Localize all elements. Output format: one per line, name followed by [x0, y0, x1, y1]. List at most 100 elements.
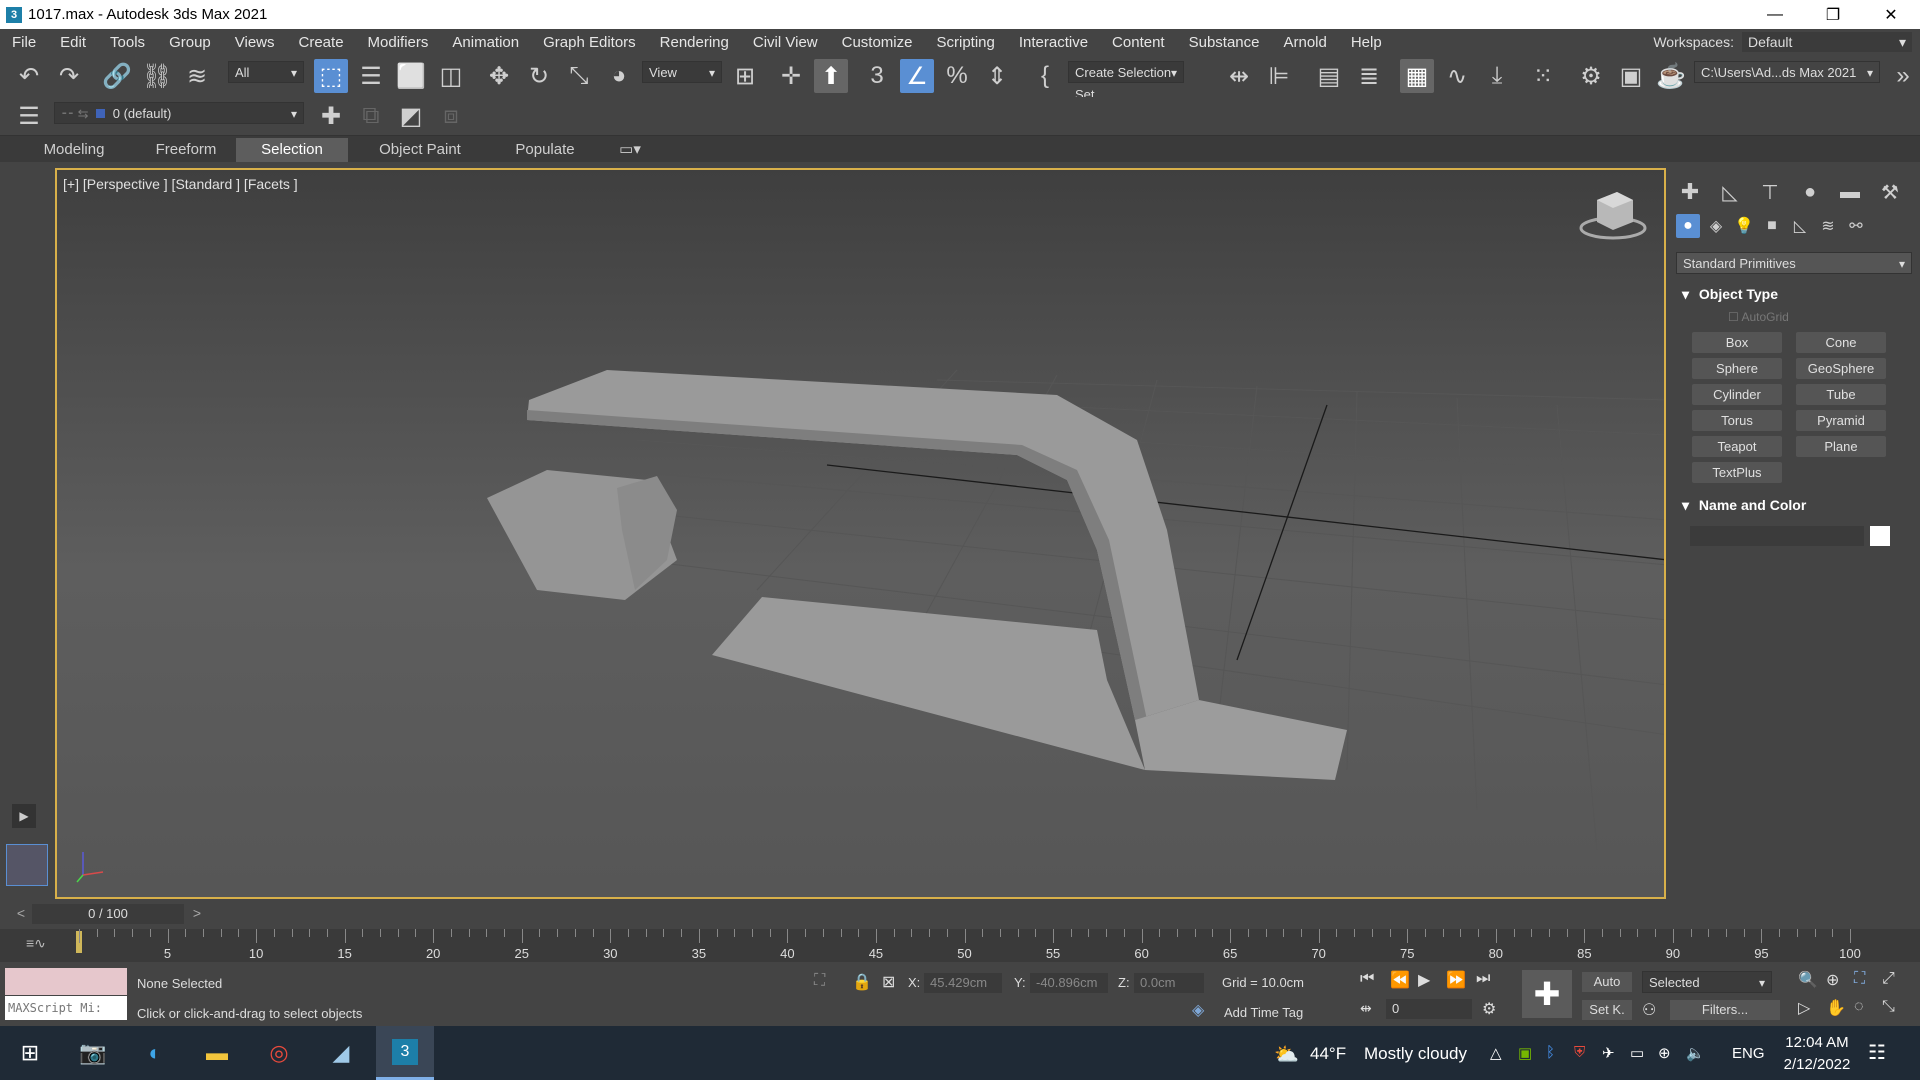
weather-condition[interactable]: Mostly cloudy [1364, 1044, 1467, 1064]
object-name-field[interactable] [1690, 526, 1864, 546]
maximize-viewport-icon[interactable]: ⤡ [1882, 998, 1895, 1016]
select-manipulate-icon[interactable]: ✛ [774, 59, 808, 93]
next-frame-icon[interactable]: ⏩ [1446, 970, 1466, 990]
file-explorer-icon[interactable]: ▬ [190, 1026, 244, 1080]
project-folder-dropdown[interactable]: C:\Users\Ad...ds Max 2021 [1694, 61, 1880, 84]
material-editor-icon[interactable]: ⁙ [1526, 59, 1560, 93]
menu-help[interactable]: Help [1339, 34, 1394, 51]
time-tag-icon[interactable]: ◈ [1192, 1000, 1204, 1020]
layer-visibility-icon[interactable]: ⁃⁃ ⇆ [61, 106, 89, 121]
menu-arnold[interactable]: Arnold [1271, 34, 1338, 51]
clock-time[interactable]: 12:04 AM [1782, 1034, 1852, 1051]
undo-icon[interactable]: ↶ [12, 59, 46, 93]
autogrid-checkbox[interactable]: ☐ AutoGrid [1728, 310, 1789, 324]
filters-button[interactable]: Filters... [1670, 1000, 1780, 1020]
modify-tab-icon[interactable]: ◺ [1716, 178, 1744, 206]
link-icon[interactable]: 🔗 [100, 59, 134, 93]
box-button[interactable]: Box [1692, 332, 1782, 353]
systems-icon[interactable]: ⚯ [1844, 214, 1868, 238]
lights-icon[interactable]: 💡 [1732, 214, 1756, 238]
tab-freeform[interactable]: Freeform [130, 138, 242, 162]
time-slider-prev[interactable]: < [12, 905, 30, 923]
close-icon[interactable]: ✕ [1862, 0, 1920, 29]
menu-edit[interactable]: Edit [48, 34, 98, 51]
scene-explorer-icon[interactable]: ▤ [1312, 59, 1346, 93]
align-icon[interactable]: ⊫ [1262, 59, 1296, 93]
select-in-layer-icon[interactable]: ◩ [394, 99, 428, 133]
mirror-icon[interactable]: ⇹ [1222, 59, 1256, 93]
ribbon-options-icon[interactable]: ▭▾ [610, 138, 650, 162]
bluetooth-icon[interactable]: ᛒ [1546, 1044, 1555, 1061]
workspace-dropdown[interactable]: Default [1742, 32, 1912, 52]
angle-snap-icon[interactable]: ∠ [900, 59, 934, 93]
move-icon[interactable]: ✥ [482, 59, 516, 93]
menu-create[interactable]: Create [287, 34, 356, 51]
place-icon[interactable]: ◕ [602, 59, 636, 93]
viewcube[interactable] [1579, 192, 1647, 240]
play-icon[interactable]: ▶ [1418, 970, 1430, 990]
menu-animation[interactable]: Animation [440, 34, 531, 51]
key-filter-dropdown[interactable]: Selected [1642, 971, 1772, 994]
helpers-icon[interactable]: ◺ [1788, 214, 1812, 238]
unlink-icon[interactable]: ⛓ [140, 59, 174, 93]
selection-filter-dropdown[interactable]: All [228, 61, 304, 84]
render-setup-icon[interactable]: ⚙ [1574, 59, 1608, 93]
selection-lock-icon[interactable]: 🔒 [852, 972, 872, 992]
object-category-dropdown[interactable]: Standard Primitives [1676, 252, 1912, 275]
z-coordinate-field[interactable]: 0.0cm [1134, 973, 1204, 993]
time-slider-thumb[interactable]: 0 / 100 [32, 904, 184, 924]
track-bar[interactable]: ≡∿ 5 10 15 20 25 30 35 40 45 50 55 60 65 70 75 80 85 90 95… [0, 929, 1920, 962]
reference-coordinate-dropdown[interactable]: View [642, 61, 722, 84]
time-slider-next[interactable]: > [188, 905, 206, 923]
weather-temperature[interactable]: 44°F [1310, 1044, 1346, 1064]
rotate-icon[interactable]: ↻ [522, 59, 556, 93]
menu-content[interactable]: Content [1100, 34, 1177, 51]
key-mode-icon[interactable]: ⇹ [1360, 1000, 1372, 1017]
menu-interactive[interactable]: Interactive [1007, 34, 1100, 51]
menu-tools[interactable]: Tools [98, 34, 157, 51]
sketch-app-icon[interactable]: ◢ [314, 1026, 368, 1080]
menu-group[interactable]: Group [157, 34, 223, 51]
zoom-extents-all-icon[interactable]: ⤢ [1882, 970, 1895, 988]
create-tab-icon[interactable]: ✚ [1676, 178, 1704, 206]
textplus-button[interactable]: TextPlus [1692, 462, 1782, 483]
motion-tab-icon[interactable]: ● [1796, 178, 1824, 206]
redo-icon[interactable]: ↷ [52, 59, 86, 93]
chrome-icon[interactable]: ◎ [252, 1026, 306, 1080]
hierarchy-tab-icon[interactable]: ⊤ [1756, 178, 1784, 206]
teapot-button[interactable]: Teapot [1692, 436, 1782, 457]
zoom-icon[interactable]: 🔍 [1798, 970, 1818, 990]
key-filters-icon[interactable]: ⚇ [1642, 1000, 1656, 1020]
render-production-icon[interactable]: ☕ [1654, 59, 1688, 93]
keyboard-shortcut-override-icon[interactable]: ⬆ [814, 59, 848, 93]
add-time-tag-button[interactable]: Add Time Tag [1224, 1005, 1303, 1020]
maxscript-input[interactable]: MAXScript Mi: [5, 996, 127, 1020]
menu-graph-editors[interactable]: Graph Editors [531, 34, 648, 51]
time-configuration-icon[interactable]: ⚙ [1482, 999, 1496, 1019]
menu-civil-view[interactable]: Civil View [741, 34, 830, 51]
y-coordinate-field[interactable]: -40.896cm [1030, 973, 1108, 993]
cylinder-button[interactable]: Cylinder [1692, 384, 1782, 405]
pyramid-button[interactable]: Pyramid [1796, 410, 1886, 431]
cameras-icon[interactable]: ■ [1760, 214, 1784, 238]
go-to-start-icon[interactable]: ⏮ [1360, 970, 1374, 988]
orbit-icon[interactable]: ◌ [1854, 998, 1864, 1016]
edit-named-selection-icon[interactable]: { [1028, 59, 1062, 93]
field-of-view-icon[interactable]: ▷ [1798, 998, 1810, 1018]
expand-viewport-layout-icon[interactable]: ▶ [12, 804, 36, 828]
tray-drive-icon[interactable]: △ [1490, 1044, 1502, 1062]
name-color-rollout-header[interactable]: ▾ Name and Color [1676, 497, 1912, 514]
zoom-all-icon[interactable]: ⊕ [1826, 970, 1839, 990]
spinner-snap-icon[interactable]: ⇕ [980, 59, 1014, 93]
named-selection-set-dropdown[interactable]: Create Selection Set [1068, 61, 1184, 102]
absolute-mode-icon[interactable]: ⊠ [882, 972, 895, 992]
weather-icon[interactable]: ⛅ [1274, 1042, 1299, 1067]
tab-modeling[interactable]: Modeling [18, 138, 130, 162]
clock-date[interactable]: 2/12/2022 [1772, 1056, 1862, 1073]
set-key-icon[interactable]: ✚ [1522, 970, 1572, 1018]
curve-editor-icon[interactable]: ∿ [1440, 59, 1474, 93]
menu-rendering[interactable]: Rendering [648, 34, 741, 51]
tab-populate[interactable]: Populate [490, 138, 600, 162]
spacewarps-icon[interactable]: ≋ [1816, 214, 1840, 238]
pan-icon[interactable]: ✋ [1826, 998, 1846, 1018]
